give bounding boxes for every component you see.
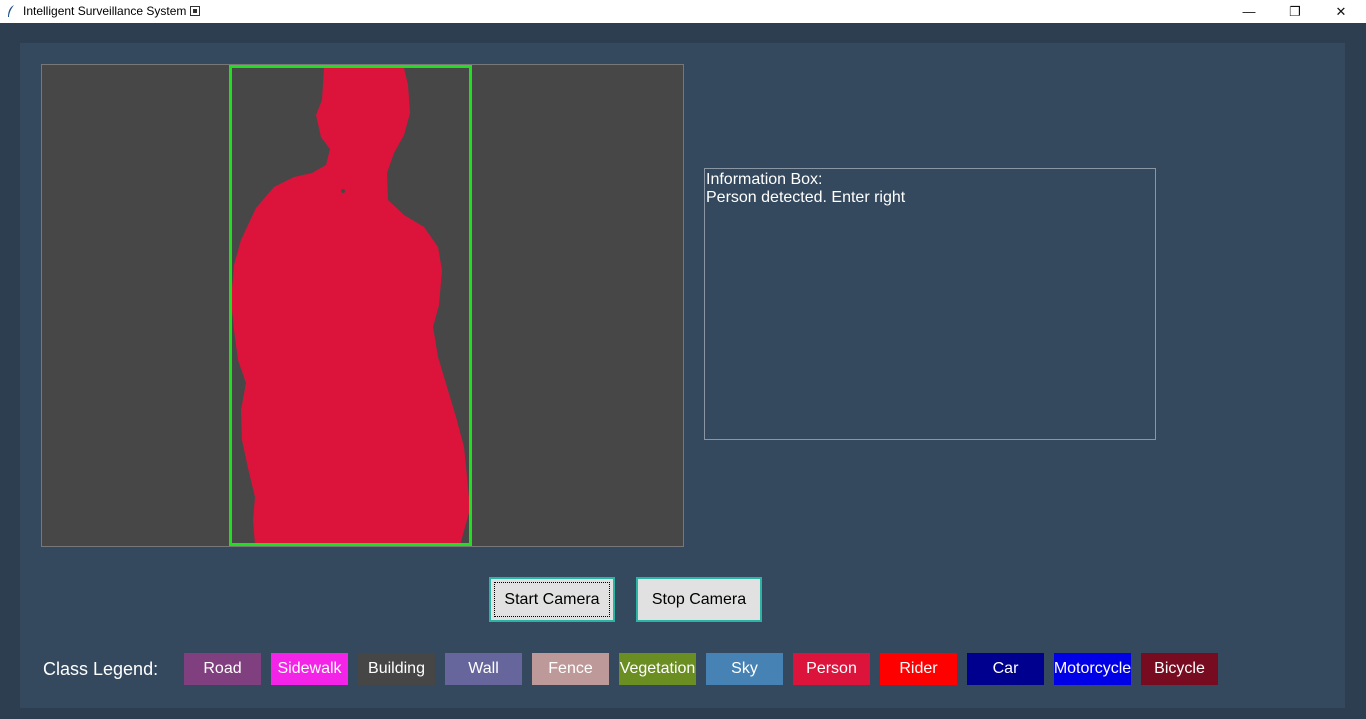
legend-item-sidewalk: Sidewalk bbox=[271, 653, 348, 685]
window-title: Intelligent Surveillance System bbox=[23, 4, 201, 18]
start-camera-button[interactable]: Start Camera bbox=[489, 577, 615, 622]
title-bar: Intelligent Surveillance System — ❐ ✕ bbox=[0, 0, 1366, 23]
stop-camera-button[interactable]: Stop Camera bbox=[636, 577, 762, 622]
info-box-message: Person detected. Enter right bbox=[706, 189, 906, 206]
focus-ring bbox=[494, 582, 610, 617]
stop-camera-label: Stop Camera bbox=[651, 590, 747, 608]
person-mask bbox=[231, 68, 470, 545]
segmentation-frame bbox=[229, 65, 472, 546]
legend-item-rider: Rider bbox=[880, 653, 957, 685]
window-state-icon bbox=[190, 6, 201, 16]
legend-item-road: Road bbox=[184, 653, 261, 685]
legend-item-wall: Wall bbox=[445, 653, 522, 685]
minimize-button[interactable]: — bbox=[1226, 0, 1272, 23]
legend-item-vegetation: Vegetation bbox=[619, 653, 696, 685]
info-box-heading: Information Box: bbox=[706, 171, 823, 188]
legend-item-person: Person bbox=[793, 653, 870, 685]
camera-view bbox=[41, 64, 684, 547]
restore-button[interactable]: ❐ bbox=[1272, 0, 1318, 23]
legend-item-fence: Fence bbox=[532, 653, 609, 685]
close-button[interactable]: ✕ bbox=[1318, 0, 1364, 23]
information-box: Information Box: Person detected. Enter … bbox=[704, 168, 1156, 440]
class-legend-label: Class Legend: bbox=[43, 659, 159, 679]
mask-hole bbox=[341, 189, 345, 193]
legend-item-motorcycle: Motorcycle bbox=[1054, 653, 1131, 685]
legend-item-bicycle: Bicycle bbox=[1141, 653, 1218, 685]
legend-item-building: Building bbox=[358, 653, 435, 685]
feather-icon bbox=[8, 5, 14, 17]
legend-item-car: Car bbox=[967, 653, 1044, 685]
legend-item-sky: Sky bbox=[706, 653, 783, 685]
